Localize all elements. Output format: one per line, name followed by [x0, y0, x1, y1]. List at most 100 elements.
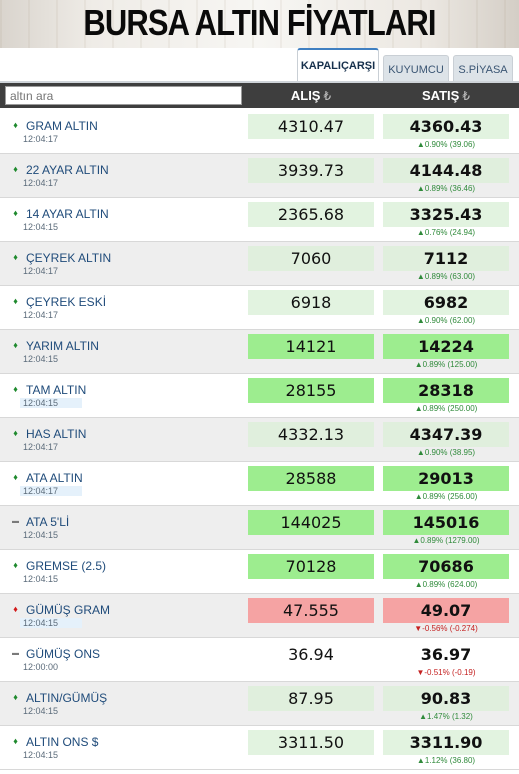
item-name: ALTIN/GÜMÜŞ — [26, 691, 108, 705]
item-name: YARIM ALTIN — [26, 339, 99, 353]
market-tabs: KAPALIÇARŞI KUYUMCU S.PİYASA — [0, 48, 519, 83]
price-change: ▲0.90% (62.00) — [416, 316, 476, 325]
price-row[interactable]: ♦ HAS ALTIN 12:04:17 4332.13 4347.39 ▲0.90% (… — [0, 418, 519, 462]
item-name: ÇEYREK ALTIN — [26, 251, 112, 265]
trend-up-icon: ♦ — [13, 164, 18, 174]
price-row[interactable]: ♦ ÇEYREK ESKİ 12:04:17 6918 6982 ▲0.90% (62.0… — [0, 286, 519, 330]
item-name: 22 AYAR ALTIN — [26, 163, 109, 177]
update-time: 12:04:15 — [20, 398, 82, 408]
update-time: 12:04:17 — [20, 486, 82, 496]
price-row[interactable]: ♦ GREMSE (2.5) 12:04:15 70128 70686 ▲0.89% (6… — [0, 550, 519, 594]
price-change: ▲1.47% (1.32) — [419, 712, 473, 721]
tab-kuyumcu[interactable]: KUYUMCU — [383, 55, 449, 83]
buy-price: 3939.73 — [248, 158, 374, 183]
buy-price: 3311.50 — [248, 730, 374, 755]
sell-price: 3325.43 — [383, 202, 509, 227]
trend-down-icon: ♦ — [13, 604, 18, 614]
sell-price: 145016 — [383, 510, 509, 535]
price-row[interactable]: ♦ ÇEYREK ALTIN 12:04:17 7060 7112 ▲0.89% (63.… — [0, 242, 519, 286]
price-row[interactable]: ♦ 22 AYAR ALTIN 12:04:17 3939.73 4144.48 ▲0.8… — [0, 154, 519, 198]
sell-price: 6982 — [383, 290, 509, 315]
trend-up-icon: ♦ — [13, 296, 18, 306]
page-title: BURSA ALTIN FİYATLARI — [83, 2, 436, 43]
buy-column-label: ALIŞ — [290, 88, 321, 103]
lira-icon: ₺ — [323, 89, 332, 103]
item-name: ALTIN ONS $ — [26, 735, 99, 749]
tab-serbest-piyasa[interactable]: S.PİYASA — [453, 55, 513, 83]
update-time: 12:04:17 — [23, 134, 59, 144]
price-change: ▼-0.51% (-0.19) — [416, 668, 476, 677]
item-name: ATA 5'Lİ — [26, 515, 70, 529]
item-name: ÇEYREK ESKİ — [26, 295, 107, 309]
update-time: 12:04:15 — [23, 574, 59, 584]
trend-up-icon: ♦ — [13, 252, 18, 262]
buy-price: 14121 — [248, 334, 374, 359]
header-banner: BURSA ALTIN FİYATLARI — [0, 0, 519, 48]
trend-up-icon: ♦ — [13, 384, 18, 394]
update-time: 12:04:15 — [23, 354, 59, 364]
item-name: GÜMÜŞ GRAM — [26, 603, 110, 617]
price-row[interactable]: ▬ ATA 5'Lİ 12:04:15 144025 145016 ▲0.89% (127… — [0, 506, 519, 550]
price-row[interactable]: ♦ GRAM ALTIN 12:04:17 4310.47 4360.43 ▲0.90% … — [0, 110, 519, 154]
trend-up-icon: ♦ — [13, 736, 18, 746]
sell-price: 4144.48 — [383, 158, 509, 183]
trend-up-icon: ♦ — [13, 692, 18, 702]
buy-price: 28588 — [248, 466, 374, 491]
sell-price: 36.97 — [420, 645, 472, 664]
item-name: ATA ALTIN — [26, 471, 83, 485]
price-change: ▲0.89% (36.46) — [416, 184, 476, 193]
trend-up-icon: ♦ — [13, 560, 18, 570]
trend-up-icon: ♦ — [13, 208, 18, 218]
price-row[interactable]: ♦ YARIM ALTIN 12:04:15 14121 14224 ▲0.89% (12… — [0, 330, 519, 374]
sell-column-header: SATIŞ ₺ — [383, 88, 509, 103]
price-row[interactable]: ▬ GÜMÜŞ ONS 12:00:00 36.94 36.97 ▼-0.51% (-0.… — [0, 638, 519, 682]
trend-up-icon: ♦ — [13, 340, 18, 350]
buy-price: 87.95 — [248, 686, 374, 711]
trend-up-icon: ♦ — [13, 120, 18, 130]
sell-price: 70686 — [383, 554, 509, 579]
price-change: ▲1.12% (36.80) — [416, 756, 476, 765]
tab-kapalicarsi[interactable]: KAPALIÇARŞI — [297, 48, 379, 81]
sell-price: 29013 — [383, 466, 509, 491]
price-change: ▲0.89% (256.00) — [414, 492, 478, 501]
trend-up-icon: ♦ — [13, 472, 18, 482]
price-change: ▲0.76% (24.94) — [416, 228, 476, 237]
update-time: 12:04:15 — [23, 222, 59, 232]
update-time: 12:04:15 — [23, 706, 59, 716]
trend-flat-icon: ▬ — [12, 650, 19, 657]
price-row[interactable]: ♦ ALTIN/GÜMÜŞ 12:04:15 87.95 90.83 ▲1.47% (1.… — [0, 682, 519, 726]
price-change: ▲0.89% (1279.00) — [412, 536, 480, 545]
sell-price: 28318 — [383, 378, 509, 403]
buy-price: 7060 — [248, 246, 374, 271]
price-row[interactable]: ♦ ATA ALTIN 12:04:17 28588 29013 ▲0.89% (256.… — [0, 462, 519, 506]
item-name: 14 AYAR ALTIN — [26, 207, 109, 221]
search-input[interactable] — [5, 86, 242, 105]
trend-flat-icon: ▬ — [12, 518, 19, 525]
buy-price: 144025 — [248, 510, 374, 535]
buy-price: 28155 — [248, 378, 374, 403]
item-name: GREMSE (2.5) — [26, 559, 107, 573]
price-change: ▲0.89% (63.00) — [416, 272, 476, 281]
update-time: 12:04:17 — [23, 310, 59, 320]
lira-icon: ₺ — [462, 89, 470, 103]
sell-price: 4347.39 — [383, 422, 509, 447]
price-list: ♦ GRAM ALTIN 12:04:17 4310.47 4360.43 ▲0.90% … — [0, 110, 519, 770]
sell-price: 7112 — [383, 246, 509, 271]
price-row[interactable]: ♦ 14 AYAR ALTIN 12:04:15 2365.68 3325.43 ▲0.7… — [0, 198, 519, 242]
sell-price: 4360.43 — [383, 114, 509, 139]
price-change: ▲0.90% (39.06) — [416, 140, 476, 149]
price-row[interactable]: ♦ ALTIN ONS $12:04:15 3311.50 3311.90 ▲1.12%… — [0, 726, 519, 770]
price-row[interactable]: ♦ GÜMÜŞ GRAM 12:04:15 47.555 49.07 ▼-0.56% (-… — [0, 594, 519, 638]
buy-price: 70128 — [248, 554, 374, 579]
buy-price: 4310.47 — [248, 114, 374, 139]
update-time: 12:04:15 — [23, 530, 59, 540]
update-time: 12:04:15 — [23, 750, 59, 760]
buy-price: 47.555 — [248, 598, 374, 623]
price-change: ▼-0.56% (-0.274) — [414, 624, 478, 633]
buy-column-header: ALIŞ ₺ — [248, 88, 374, 103]
buy-price: 2365.68 — [248, 202, 374, 227]
buy-price: 36.94 — [288, 645, 334, 664]
sell-price: 49.07 — [383, 598, 509, 623]
price-change: ▲0.89% (624.00) — [414, 580, 478, 589]
price-row[interactable]: ♦ TAM ALTIN 12:04:15 28155 28318 ▲0.89% (250.… — [0, 374, 519, 418]
